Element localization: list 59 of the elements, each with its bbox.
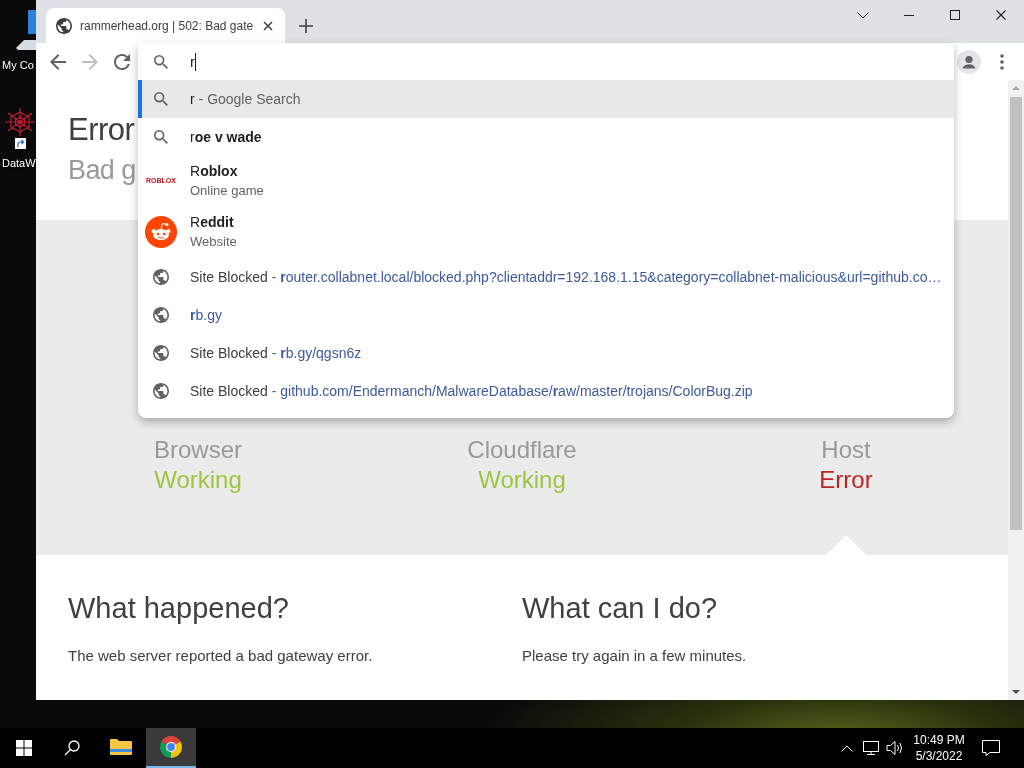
close-icon[interactable] xyxy=(263,20,273,31)
web-shortcut-icon[interactable] xyxy=(4,106,36,150)
chevron-up-icon[interactable] xyxy=(841,744,853,752)
alien-icon xyxy=(145,216,177,248)
status-value: Working xyxy=(154,465,242,495)
status-label: Cloudflare xyxy=(467,435,577,465)
error-title: Error xyxy=(68,112,135,148)
section-text: The web server reported a bad gateway error. xyxy=(68,646,373,666)
status-label: Browser xyxy=(154,435,242,465)
status-value: Working xyxy=(478,465,566,495)
volume-icon[interactable] xyxy=(886,740,904,756)
section-heading: What happened? xyxy=(68,591,289,625)
error-subtitle: Bad g xyxy=(68,154,136,186)
clock-date[interactable]: 5/3/2022 xyxy=(915,748,963,764)
maximize-icon[interactable] xyxy=(950,10,960,20)
new-tab-icon[interactable] xyxy=(299,19,313,33)
text-cursor-icon xyxy=(195,52,196,71)
suggestion-item[interactable]: roe v wade xyxy=(138,118,954,156)
taskbar-button[interactable] xyxy=(146,728,196,768)
status-label: Host xyxy=(821,435,871,465)
monitor-icon[interactable] xyxy=(16,8,36,50)
search-icon xyxy=(154,54,168,69)
suggestion-item[interactable]: Site Blocked - router.collabnet.local/blocked.php?clientaddr=192.168.1.15&category=collabnet-malicious&url=github.co… xyxy=(138,258,954,296)
avatar-icon[interactable] xyxy=(957,49,981,74)
address-field[interactable]: r xyxy=(138,43,954,80)
search-icon[interactable] xyxy=(64,740,80,756)
suggestion-item[interactable]: r - Google Search xyxy=(138,80,954,118)
desktop-icon-label[interactable]: DataW xyxy=(2,156,36,170)
close-icon[interactable] xyxy=(996,10,1006,20)
suggestion-item[interactable]: rb.gy xyxy=(138,296,954,334)
browser-logo-icon xyxy=(160,736,182,758)
clock-time[interactable]: 10:49 PM xyxy=(913,732,965,748)
globe-icon xyxy=(153,345,169,361)
search-icon xyxy=(154,92,168,106)
desktop-icon-label[interactable]: My Co xyxy=(2,58,34,72)
globe-icon xyxy=(153,269,169,285)
suggestion-item[interactable]: Reddit Website xyxy=(138,206,954,258)
search-icon xyxy=(154,130,168,144)
folder-icon xyxy=(110,738,132,756)
suggestion-item[interactable]: Site Blocked - github.com/Endermanch/MalwareDatabase/raw/master/trojans/ColorBug.zip xyxy=(138,372,954,410)
network-icon[interactable] xyxy=(863,740,879,756)
globe-icon xyxy=(153,307,169,323)
scrollbar-thumb[interactable] xyxy=(1010,97,1022,530)
more-menu-icon[interactable] xyxy=(1000,53,1004,70)
notification-icon[interactable] xyxy=(982,740,1000,756)
section-heading: What can I do? xyxy=(522,591,718,625)
scroll-down-icon[interactable] xyxy=(1012,690,1020,694)
browser-tab[interactable]: rammerhead.org | 502: Bad gate xyxy=(46,8,285,43)
status-value: Error xyxy=(819,465,873,495)
scrollbar[interactable] xyxy=(1008,80,1024,700)
start-icon[interactable] xyxy=(16,740,32,756)
globe-icon xyxy=(153,383,169,399)
section-text: Please try again in a few minutes. xyxy=(522,646,747,666)
minimize-icon[interactable] xyxy=(904,14,914,16)
globe-icon xyxy=(56,17,72,34)
reload-icon[interactable] xyxy=(114,53,130,70)
suggestion-item[interactable]: Site Blocked - rb.gy/qgsn6z xyxy=(138,334,954,372)
back-icon[interactable] xyxy=(50,53,66,70)
chevron-down-icon[interactable] xyxy=(857,11,869,19)
